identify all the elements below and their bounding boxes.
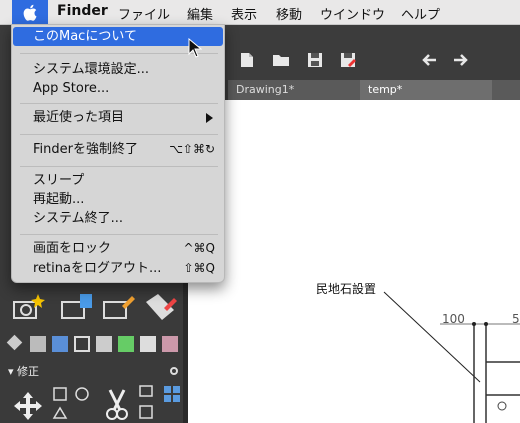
open-folder-icon[interactable] (272, 51, 290, 69)
new-drawing-tool-icon[interactable] (10, 292, 48, 322)
leader-line (383, 291, 520, 423)
menu-separator (20, 234, 218, 235)
check-tag-icon[interactable] (118, 336, 134, 352)
save-icon[interactable] (306, 51, 324, 69)
mouse-cursor-icon (188, 38, 202, 58)
label-icon[interactable] (140, 336, 156, 352)
menu-edit[interactable]: 編集 (187, 4, 213, 23)
menu-file[interactable]: ファイル (118, 4, 170, 23)
settings-gear-icon[interactable] (169, 366, 179, 376)
table-icon[interactable] (74, 336, 90, 352)
menu-separator (20, 166, 218, 167)
apple-menu-button[interactable] (12, 0, 48, 25)
new-file-icon[interactable] (238, 51, 256, 69)
shape-tool-icon[interactable] (50, 382, 94, 422)
submenu-arrow-icon (206, 113, 213, 123)
section-modify-label[interactable]: ▾ 修正 (8, 363, 39, 379)
menu-item-sleep[interactable]: スリープ (13, 171, 223, 190)
move-tool-icon[interactable] (12, 390, 44, 422)
menu-item-lock-screen[interactable]: 画面をロック ^⌘Q (13, 239, 223, 258)
menu-help[interactable]: ヘルプ (401, 4, 440, 23)
apple-icon (23, 4, 37, 21)
menu-separator (20, 103, 218, 104)
grid-tool-icon[interactable] (138, 384, 182, 422)
menu-item-system-preferences[interactable]: システム環境設定... (13, 60, 223, 79)
menu-item-app-store[interactable]: App Store... (13, 79, 223, 98)
layer-list-icon[interactable] (30, 336, 46, 352)
dimension-100-label: 100 (442, 312, 465, 326)
menu-bar: Finder ファイル 編集 表示 移動 ウインドウ ヘルプ (0, 0, 520, 25)
frame-icon[interactable] (96, 336, 112, 352)
tab-temp[interactable]: temp* (360, 80, 492, 100)
menu-item-force-quit[interactable]: Finderを強制終了 ⌥⇧⌘↻ (13, 140, 223, 159)
dimension-5-label: 5 (512, 312, 520, 326)
force-quit-shortcut: ⌥⇧⌘↻ (169, 142, 215, 156)
menu-item-restart[interactable]: 再起動... (13, 190, 223, 209)
cut-tool-icon[interactable] (100, 386, 134, 422)
lock-screen-shortcut: ^⌘Q (183, 241, 216, 255)
menu-go[interactable]: 移動 (276, 4, 302, 23)
menu-finder[interactable]: Finder (57, 3, 108, 19)
redo-icon[interactable] (452, 51, 470, 69)
log-out-shortcut: ⇧⌘Q (183, 261, 216, 275)
menu-item-shut-down[interactable]: システム終了... (13, 209, 223, 228)
image-icon[interactable] (52, 336, 68, 352)
undo-icon[interactable] (420, 51, 438, 69)
layer-copy-tool-icon[interactable] (58, 292, 96, 322)
menu-view[interactable]: 表示 (231, 4, 257, 23)
tag-edit-tool-icon[interactable] (142, 292, 180, 322)
tab-drawing1[interactable]: Drawing1* (228, 80, 360, 100)
menu-window[interactable]: ウインドウ (320, 4, 385, 23)
tag-swap-icon[interactable] (162, 336, 178, 352)
edit-layer-tool-icon[interactable] (100, 292, 138, 322)
save-as-icon[interactable] (339, 51, 357, 69)
menu-separator (20, 134, 218, 135)
menu-item-log-out[interactable]: retinaをログアウト... ⇧⌘Q (13, 259, 223, 278)
apple-menu-dropdown: このMacについて システム環境設定... App Store... 最近使った… (11, 24, 225, 283)
menu-item-recent-items[interactable]: 最近使った項目 (13, 108, 223, 127)
